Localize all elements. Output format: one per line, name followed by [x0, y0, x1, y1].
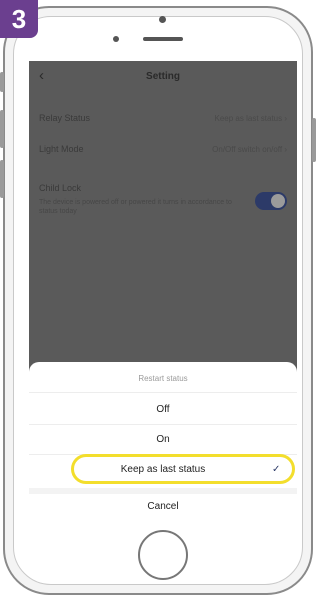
- page-title: Setting: [146, 70, 180, 82]
- nav-bar: ‹ Setting: [29, 61, 297, 91]
- front-camera: [159, 16, 166, 23]
- divider: [29, 424, 297, 425]
- relay-status-label: Relay Status: [39, 113, 91, 123]
- option-on[interactable]: On: [29, 434, 297, 445]
- toggle-knob: [271, 194, 285, 208]
- cancel-button[interactable]: Cancel: [29, 501, 297, 512]
- light-mode-label: Light Mode: [39, 144, 84, 154]
- light-mode-row[interactable]: Light Mode On/Off switch on/off ›: [39, 144, 287, 154]
- child-lock-toggle[interactable]: [255, 192, 287, 210]
- light-mode-value: On/Off switch on/off ›: [212, 144, 287, 154]
- restart-status-sheet: Restart status Off On Keep as last statu…: [29, 362, 297, 523]
- volume-down-button: [0, 160, 4, 198]
- step-number-badge: 3: [0, 0, 38, 38]
- divider: [29, 392, 297, 393]
- child-lock-description: The device is powered off or powered it …: [39, 199, 232, 215]
- back-icon[interactable]: ‹: [39, 67, 44, 84]
- relay-status-row[interactable]: Relay Status Keep as last status ›: [39, 113, 287, 123]
- selection-highlight: [71, 454, 295, 484]
- proximity-sensor: [113, 36, 119, 42]
- power-button: [312, 118, 316, 162]
- option-off[interactable]: Off: [29, 404, 297, 415]
- volume-up-button: [0, 110, 4, 148]
- earpiece-speaker: [143, 37, 183, 41]
- child-lock-label: Child Lock: [39, 183, 82, 193]
- relay-status-value: Keep as last status ›: [214, 113, 287, 123]
- checkmark-icon: ✓: [272, 464, 281, 475]
- cancel-separator: [29, 488, 297, 494]
- silent-switch: [0, 72, 4, 92]
- sheet-header: Restart status: [138, 374, 188, 383]
- home-button[interactable]: [138, 530, 188, 580]
- app-screen: ‹ Setting Relay Status Keep as last stat…: [29, 61, 297, 523]
